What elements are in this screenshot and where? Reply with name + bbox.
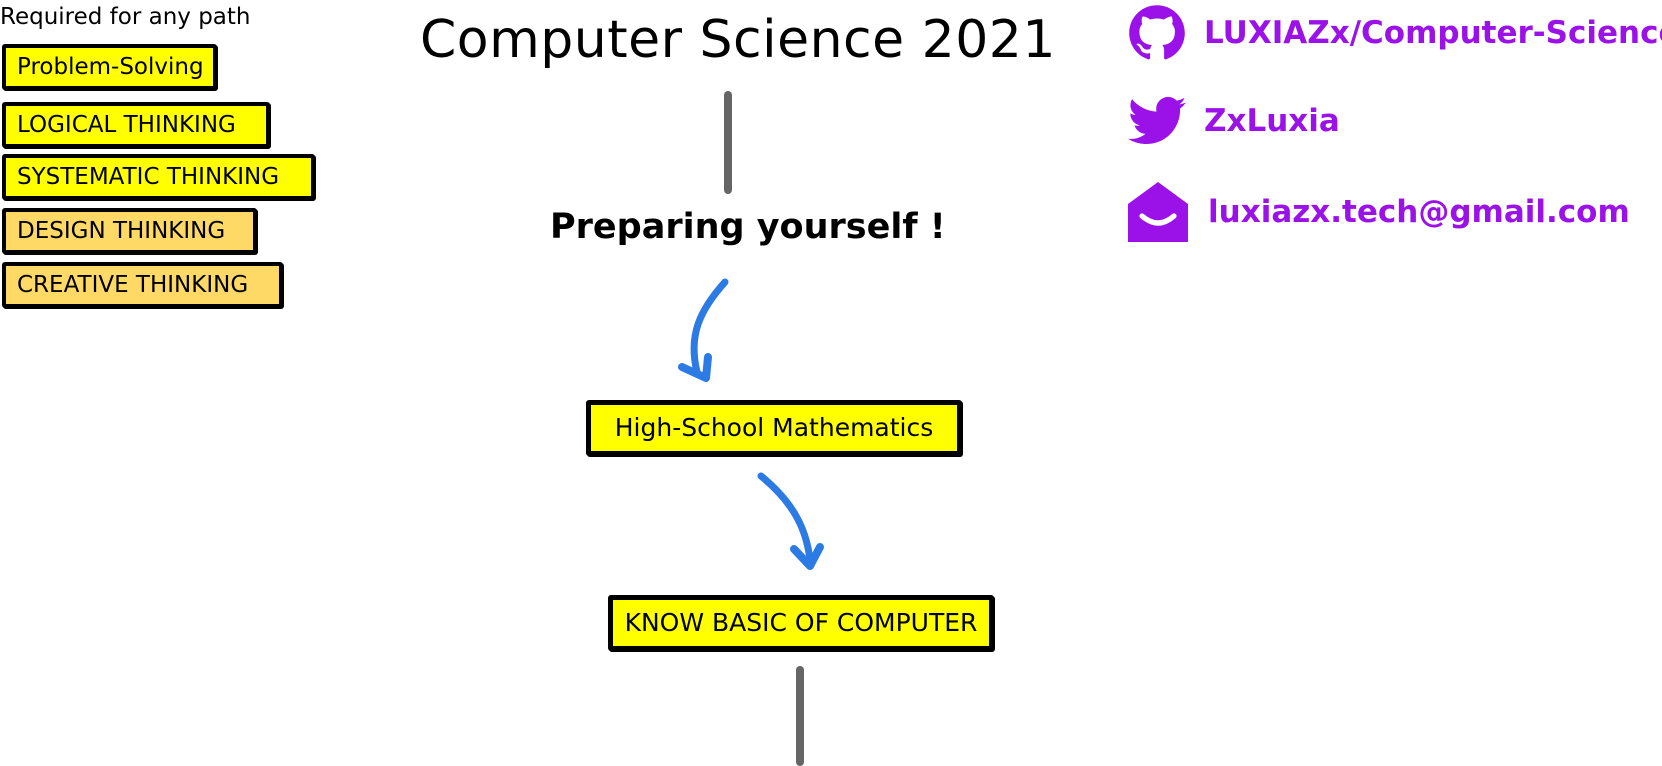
email-link[interactable]: luxiazx.tech@gmail.com (1126, 180, 1630, 244)
required-skills-label: Required for any path (0, 4, 251, 30)
twitter-link[interactable]: ZxLuxia (1128, 96, 1340, 146)
node-label: High-School Mathematics (614, 413, 934, 442)
skill-label: Problem-Solving (17, 54, 204, 80)
github-icon (1129, 5, 1185, 60)
skill-label: SYSTEMATIC THINKING (17, 164, 280, 190)
skill-label: CREATIVE THINKING (17, 272, 249, 298)
roadmap-title: Computer Science 2021 (420, 10, 1056, 70)
skill-systematic-thinking[interactable]: SYSTEMATIC THINKING (2, 154, 315, 200)
email-address: luxiazx.tech@gmail.com (1208, 194, 1630, 230)
github-link[interactable]: LUXIAZx/Computer-Sciences (1128, 4, 1662, 62)
node-know-basic-of-computer[interactable]: KNOW BASIC OF COMPUTER (608, 595, 994, 651)
skill-label: DESIGN THINKING (17, 218, 226, 244)
skill-label: LOGICAL THINKING (17, 112, 236, 138)
node-label: KNOW BASIC OF COMPUTER (624, 608, 978, 637)
roadmap-subtitle: Preparing yourself ! (550, 207, 946, 247)
twitter-icon (1128, 96, 1186, 144)
skill-design-thinking[interactable]: DESIGN THINKING (2, 208, 257, 254)
github-handle: LUXIAZx/Computer-Sciences (1204, 15, 1662, 51)
arrow-math-to-basics (757, 472, 814, 564)
skill-creative-thinking[interactable]: CREATIVE THINKING (2, 262, 283, 308)
node-high-school-mathematics[interactable]: High-School Mathematics (586, 400, 962, 456)
envelope-icon (1128, 182, 1188, 242)
twitter-handle: ZxLuxia (1204, 103, 1340, 139)
skill-logical-thinking[interactable]: LOGICAL THINKING (2, 102, 270, 148)
skill-problem-solving[interactable]: Problem-Solving (2, 44, 217, 90)
